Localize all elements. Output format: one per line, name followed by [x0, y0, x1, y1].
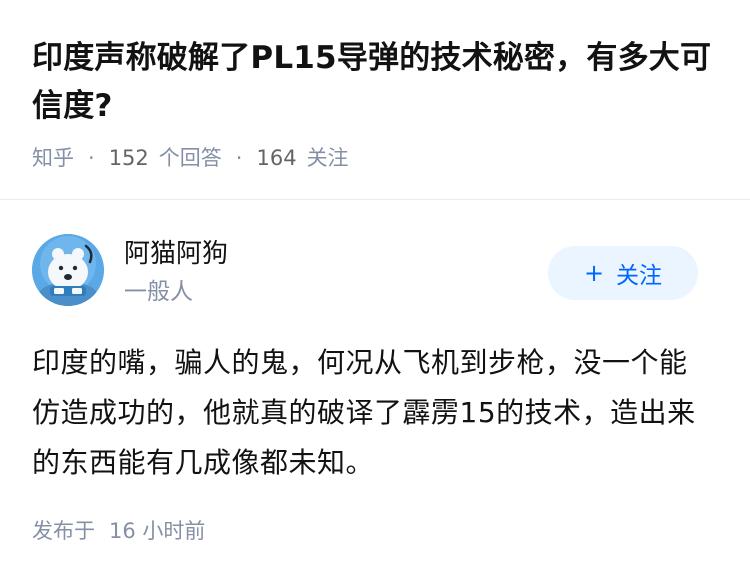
- publish-info: 发布于 16 小时前: [32, 515, 205, 547]
- section-divider: [0, 199, 750, 200]
- question-meta: 知乎 · 152 个回答 · 164 关注: [32, 142, 718, 174]
- polar-bear-avatar-icon: [32, 234, 104, 306]
- question-header: 印度声称破解了PL15导弹的技术秘密，有多大可信度? 知乎 · 152 个回答 …: [0, 0, 750, 174]
- follower-count: 164: [256, 146, 297, 170]
- answer-count: 152: [108, 146, 149, 170]
- answer-content[interactable]: 印度的嘴，骗人的鬼，何况从飞机到步枪，没一个能仿造成功的，他就真的破译了霹雳15…: [32, 338, 712, 488]
- follower-count-label[interactable]: 关注: [307, 142, 349, 174]
- author-name[interactable]: 阿猫阿狗: [124, 236, 228, 272]
- plus-icon: +: [583, 259, 605, 287]
- meta-separator: ·: [88, 146, 95, 170]
- published-label: 发布于: [32, 519, 95, 543]
- follow-button[interactable]: + 关注: [548, 246, 698, 300]
- meta-separator: ·: [235, 146, 243, 170]
- source-label[interactable]: 知乎: [32, 142, 74, 174]
- avatar[interactable]: [32, 234, 104, 306]
- follow-button-label: 关注: [616, 263, 663, 289]
- author-description: 一般人: [124, 279, 193, 305]
- answer-count-label[interactable]: 个回答: [159, 142, 222, 174]
- published-time: 16 小时前: [109, 519, 206, 543]
- author-card: 阿猫阿狗 一般人 + 关注: [32, 234, 718, 310]
- question-title[interactable]: 印度声称破解了PL15导弹的技术秘密，有多大可信度?: [32, 34, 718, 130]
